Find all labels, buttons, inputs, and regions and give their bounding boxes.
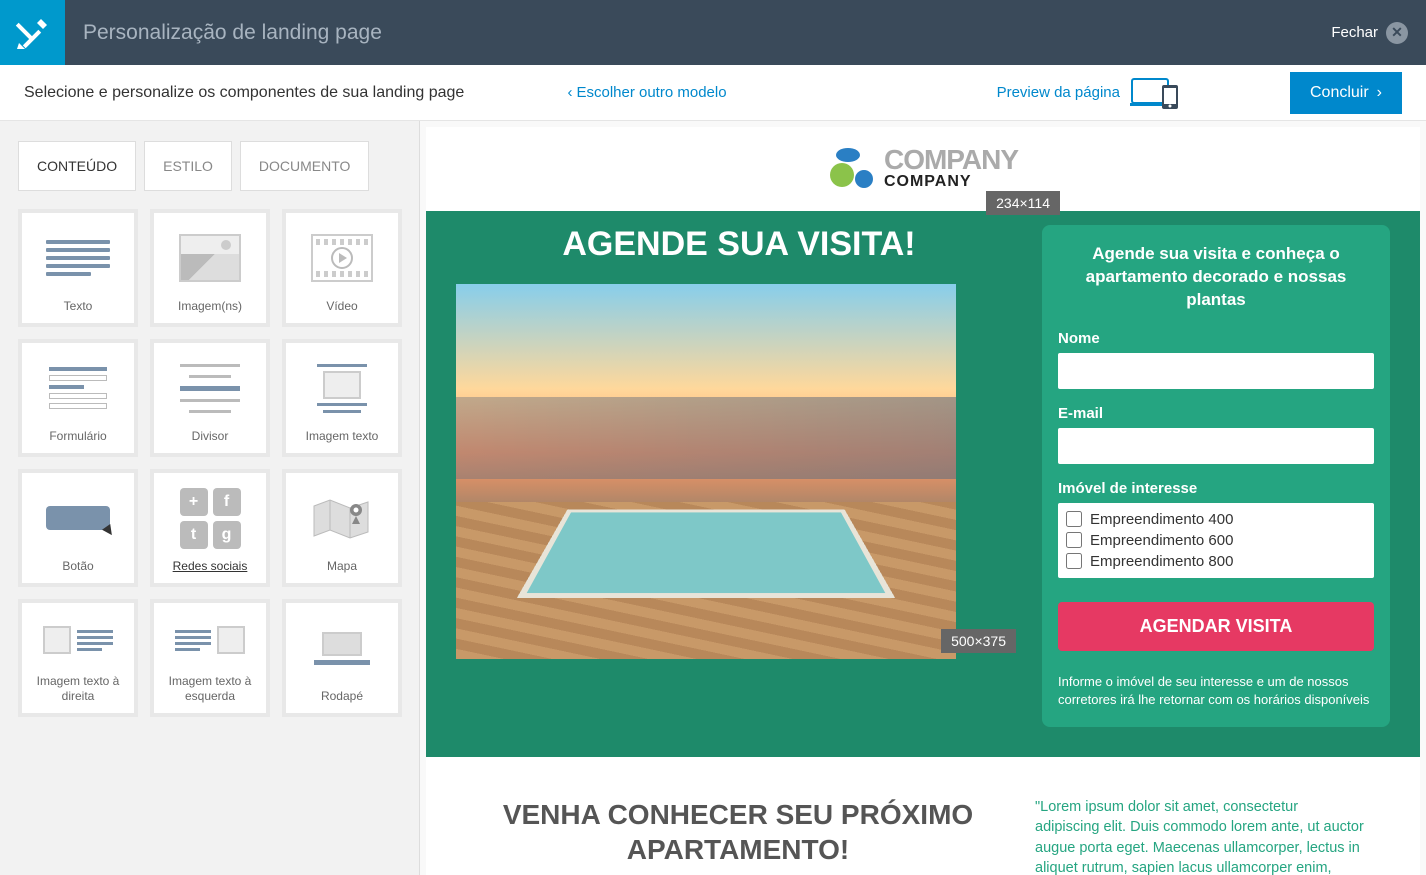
hero-left: AGENDE SUA VISITA! 500×375 [456, 225, 1022, 727]
component-label: Divisor [192, 429, 229, 445]
chevron-left-icon: ‹ [567, 84, 572, 101]
component-label: Vídeo [326, 299, 357, 315]
hero-title[interactable]: AGENDE SUA VISITA! [456, 225, 1022, 264]
components-sidebar: CONTEÚDO ESTILO DOCUMENTO Texto Imagem(n… [0, 121, 420, 875]
tab-document[interactable]: DOCUMENTO [240, 141, 370, 191]
component-button[interactable]: Botão [18, 469, 138, 587]
content-left: VENHA CONHECER SEU PRÓXIMO APARTAMENTO! … [481, 797, 995, 875]
social-icon: +ftg [160, 483, 260, 553]
logo-text: COMPANY COMPANY [884, 147, 1018, 190]
component-image-text-left[interactable]: Imagem texto à esquerda [150, 599, 270, 717]
preview-label: Preview da página [997, 84, 1120, 101]
landing-page: COMPANY COMPANY 234×114 AGENDE SUA VISIT… [426, 127, 1420, 875]
interest-label: Imóvel de interesse [1058, 480, 1374, 497]
hero-image-size-badge: 500×375 [941, 629, 1016, 653]
component-video[interactable]: Vídeo [282, 209, 402, 327]
checkbox-3[interactable] [1066, 553, 1082, 569]
preview-canvas[interactable]: COMPANY COMPANY 234×114 AGENDE SUA VISIT… [420, 121, 1426, 875]
hero-image-wrap[interactable]: 500×375 [456, 284, 1022, 659]
devices-icon [1130, 77, 1180, 109]
image-text-icon [292, 353, 392, 423]
component-label: Imagem texto à esquerda [160, 674, 260, 705]
testimonial-quote[interactable]: "Lorem ipsum dolor sit amet, consectetur… [1035, 797, 1365, 875]
logo-line2: COMPANY [884, 173, 1018, 191]
choose-other-model-link[interactable]: ‹ Escolher outro modelo [567, 84, 726, 101]
option-2-label: Empreendimento 600 [1090, 532, 1233, 549]
component-label: Texto [64, 299, 93, 315]
finish-button[interactable]: Concluir › [1290, 72, 1402, 114]
option-2[interactable]: Empreendimento 600 [1066, 530, 1366, 551]
option-3-label: Empreendimento 800 [1090, 553, 1233, 570]
app-logo-icon [0, 0, 65, 65]
component-social[interactable]: +ftg Redes sociais [150, 469, 270, 587]
component-label: Botão [62, 559, 93, 575]
preview-page-link[interactable]: Preview da página [997, 77, 1180, 109]
toolbar: Selecione e personalize os componentes d… [0, 65, 1426, 121]
components-grid: Texto Imagem(ns) Vídeo Formulário Diviso… [10, 209, 409, 717]
component-images[interactable]: Imagem(ns) [150, 209, 270, 327]
email-input[interactable] [1058, 428, 1374, 464]
close-icon: ✕ [1386, 22, 1408, 44]
finish-label: Concluir [1310, 84, 1369, 102]
close-button[interactable]: Fechar ✕ [1331, 0, 1426, 65]
chevron-right-icon: › [1377, 84, 1382, 102]
logo-bar: COMPANY COMPANY 234×114 [426, 127, 1420, 211]
hero-section: AGENDE SUA VISITA! 500×375 Agende sua vi… [426, 211, 1420, 757]
main-area: CONTEÚDO ESTILO DOCUMENTO Texto Imagem(n… [0, 121, 1426, 875]
component-map[interactable]: Mapa [282, 469, 402, 587]
component-label: Redes sociais [173, 559, 248, 575]
hero-image [456, 284, 956, 659]
company-logo[interactable]: COMPANY COMPANY [828, 147, 1018, 191]
component-text[interactable]: Texto [18, 209, 138, 327]
logo-size-badge: 234×114 [986, 191, 1060, 215]
image-text-right-icon [28, 613, 128, 668]
option-1-label: Empreendimento 400 [1090, 511, 1233, 528]
toolbar-instruction: Selecione e personalize os componentes d… [24, 84, 567, 102]
text-lines-icon [28, 223, 128, 293]
component-image-text-right[interactable]: Imagem texto à direita [18, 599, 138, 717]
divider-icon [160, 353, 260, 423]
close-label: Fechar [1331, 24, 1378, 41]
content-section: VENHA CONHECER SEU PRÓXIMO APARTAMENTO! … [426, 757, 1420, 875]
component-image-text[interactable]: Imagem texto [282, 339, 402, 457]
form-title[interactable]: Agende sua visita e conheça o apartament… [1058, 243, 1374, 312]
option-3[interactable]: Empreendimento 800 [1066, 551, 1366, 572]
form-note[interactable]: Informe o imóvel de seu interesse e um d… [1058, 673, 1374, 709]
choose-other-label: Escolher outro modelo [576, 84, 726, 101]
submit-button[interactable]: AGENDAR VISITA [1058, 602, 1374, 651]
content-right: "Lorem ipsum dolor sit amet, consectetur… [1035, 797, 1365, 875]
section-title[interactable]: VENHA CONHECER SEU PRÓXIMO APARTAMENTO! [481, 797, 995, 867]
component-label: Imagem(ns) [178, 299, 242, 315]
image-text-left-icon [160, 613, 260, 668]
logo-mark-icon [828, 147, 876, 191]
lead-form: Agende sua visita e conheça o apartament… [1042, 225, 1390, 727]
tab-style[interactable]: ESTILO [144, 141, 232, 191]
component-label: Rodapé [321, 689, 363, 705]
footer-icon [292, 613, 392, 683]
component-label: Mapa [327, 559, 357, 575]
option-1[interactable]: Empreendimento 400 [1066, 509, 1366, 530]
name-input[interactable] [1058, 353, 1374, 389]
sidebar-tabs: CONTEÚDO ESTILO DOCUMENTO [10, 141, 409, 191]
name-label: Nome [1058, 330, 1374, 347]
component-label: Imagem texto [306, 429, 379, 445]
image-placeholder-icon [160, 223, 260, 293]
component-label: Imagem texto à direita [28, 674, 128, 705]
email-label: E-mail [1058, 405, 1374, 422]
component-label: Formulário [49, 429, 106, 445]
logo-line1: COMPANY [884, 147, 1018, 172]
button-icon [28, 483, 128, 553]
component-form[interactable]: Formulário [18, 339, 138, 457]
form-icon [28, 353, 128, 423]
component-divider[interactable]: Divisor [150, 339, 270, 457]
component-footer[interactable]: Rodapé [282, 599, 402, 717]
checkbox-2[interactable] [1066, 532, 1082, 548]
checkbox-1[interactable] [1066, 511, 1082, 527]
map-icon [292, 483, 392, 553]
tab-content[interactable]: CONTEÚDO [18, 141, 136, 191]
video-icon [292, 223, 392, 293]
page-title: Personalização de landing page [65, 0, 1331, 65]
interest-options: Empreendimento 400 Empreendimento 600 Em… [1058, 503, 1374, 578]
app-header: Personalização de landing page Fechar ✕ [0, 0, 1426, 65]
